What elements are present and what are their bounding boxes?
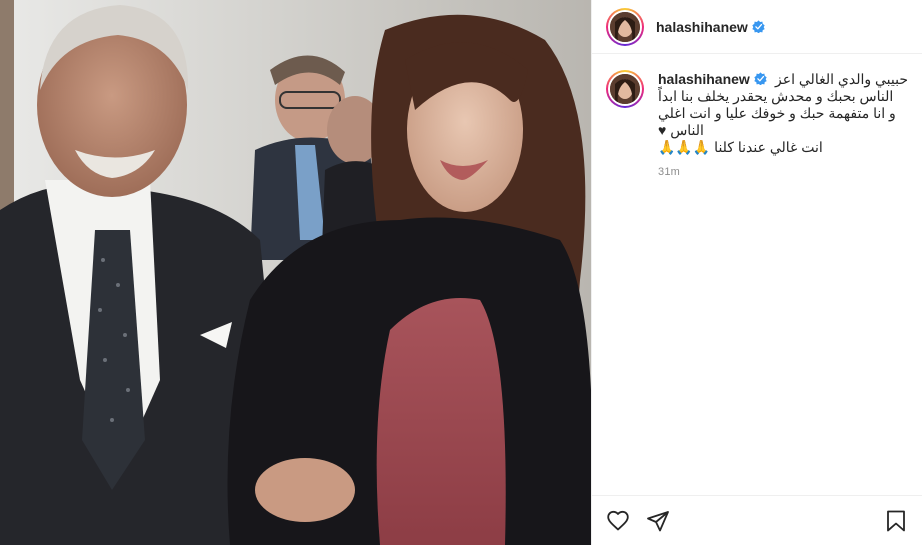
post-timestamp[interactable]: 31m — [658, 166, 908, 178]
caption-text: الناس بحبك و محدش يحقدر يخلف بنا ابداً و… — [658, 88, 908, 156]
save-button[interactable] — [884, 509, 908, 533]
avatar-image — [610, 11, 640, 42]
verified-badge-icon — [754, 72, 767, 85]
post-photo[interactable] — [0, 0, 591, 545]
caption: halashihanew حبيبي والدي الغالي اعز النا… — [606, 70, 908, 178]
action-bar — [592, 495, 922, 545]
header-username[interactable]: halashihanew — [656, 19, 748, 35]
caption-text-line: انت غالي عندنا كلنا 🙏🙏🙏 — [658, 139, 823, 155]
comments-area: halashihanew حبيبي والدي الغالي اعز النا… — [592, 54, 922, 495]
post-side-panel: halashihanew halashihanew حبيبي والدي ال… — [591, 0, 922, 545]
caption-text-line: الناس بحبك و محدش يحقدر يخلف بنا ابداً — [658, 88, 894, 104]
like-button[interactable] — [606, 509, 630, 533]
share-button[interactable] — [646, 509, 670, 533]
caption-username[interactable]: halashihanew — [658, 70, 750, 88]
heart-icon — [607, 510, 629, 530]
header-avatar[interactable] — [606, 7, 644, 46]
post-header: halashihanew — [592, 0, 922, 54]
caption-text-line: حبيبي والدي الغالي اعز — [775, 71, 908, 87]
verified-badge-icon — [752, 20, 765, 33]
caption-text-line: و انا متفهمة حبك و خوفك عليا و انت اغلي — [658, 105, 896, 121]
paper-plane-icon — [647, 510, 669, 531]
bookmark-icon — [887, 510, 905, 531]
caption-avatar[interactable] — [606, 70, 644, 108]
caption-text-line: الناس ♥ — [658, 122, 704, 138]
photo-scene — [0, 0, 591, 545]
avatar-image — [610, 74, 640, 104]
